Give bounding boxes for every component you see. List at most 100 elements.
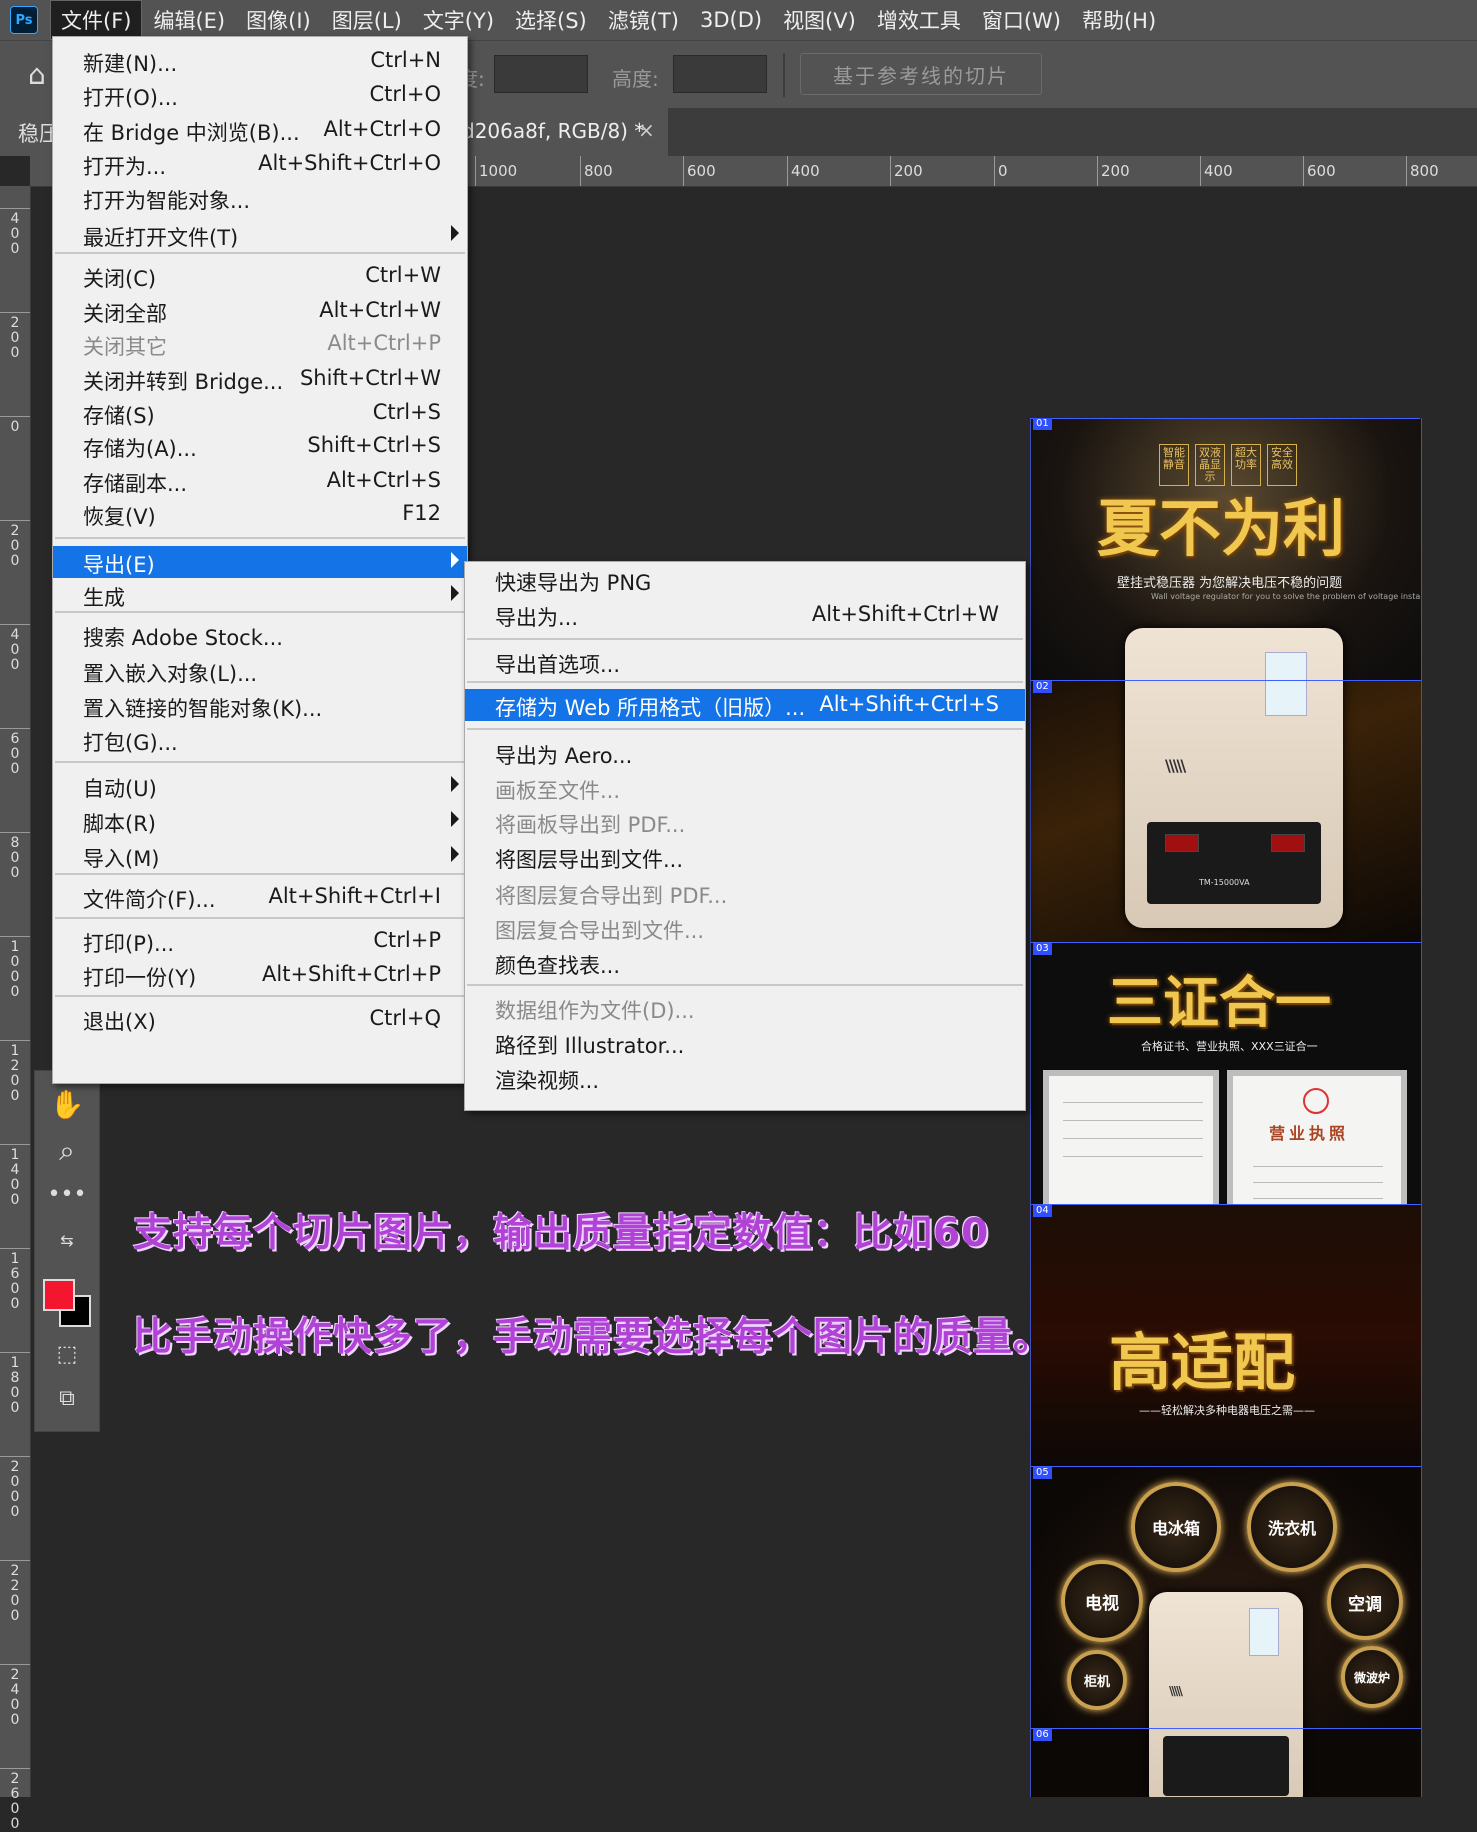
menu-edit[interactable]: 编辑(E) bbox=[143, 1, 235, 39]
menu-filter[interactable]: 滤镜(T) bbox=[598, 1, 689, 39]
appliance-washer: 洗衣机 bbox=[1247, 1482, 1337, 1572]
hand-tool-icon[interactable]: ✋ bbox=[35, 1085, 99, 1125]
menu-item[interactable]: 生成 bbox=[53, 579, 467, 611]
slice-tag[interactable]: 02 bbox=[1033, 681, 1052, 693]
menu-item[interactable]: 退出(X) Ctrl+Q bbox=[53, 1003, 467, 1035]
ruler-label: 2400 bbox=[10, 1667, 20, 1728]
menu-item[interactable]: 将图层复合导出到 PDF... bbox=[465, 877, 1025, 909]
ruler-label: 1000 bbox=[10, 939, 20, 1000]
slice-tag[interactable]: 05 bbox=[1033, 1467, 1052, 1479]
menu-select[interactable]: 选择(S) bbox=[505, 1, 597, 39]
menu-separator bbox=[467, 681, 1023, 683]
menu-item[interactable]: 搜索 Adobe Stock... bbox=[53, 619, 467, 651]
menu-item-label: 关闭(C) bbox=[83, 267, 157, 291]
slice-tag[interactable]: 06 bbox=[1033, 1729, 1052, 1741]
quick-mask-icon[interactable]: ⬚ bbox=[35, 1335, 99, 1375]
ruler-tick bbox=[0, 728, 30, 729]
menu-item[interactable]: 置入嵌入对象(L)... bbox=[53, 655, 467, 687]
menu-item[interactable]: 导出(E) bbox=[53, 546, 467, 578]
menu-item[interactable]: 脚本(R) bbox=[53, 805, 467, 837]
menu-item[interactable]: 最近打开文件(T) bbox=[53, 219, 467, 251]
menu-type[interactable]: 文字(Y) bbox=[413, 1, 504, 39]
menu-item[interactable]: 在 Bridge 中浏览(B)... Alt+Ctrl+O bbox=[53, 114, 467, 146]
height-field[interactable] bbox=[673, 55, 767, 93]
menu-item[interactable]: 将画板导出到 PDF... bbox=[465, 806, 1025, 838]
ruler-tick bbox=[0, 1560, 30, 1561]
menu-item[interactable]: 存储(S) Ctrl+S bbox=[53, 397, 467, 429]
ruler-label: 200 bbox=[10, 315, 20, 361]
menu-window[interactable]: 窗口(W) bbox=[972, 1, 1071, 39]
menu-item[interactable]: 画板至文件... bbox=[465, 772, 1025, 804]
menu-view[interactable]: 视图(V) bbox=[773, 1, 866, 39]
menu-item[interactable]: 打印(P)... Ctrl+P bbox=[53, 925, 467, 957]
menu-item[interactable]: 存储为 Web 所用格式（旧版）... Alt+Shift+Ctrl+S bbox=[465, 689, 1025, 721]
menu-item-shortcut: Shift+Ctrl+S bbox=[307, 433, 441, 457]
menu-item[interactable]: 打开为... Alt+Shift+Ctrl+O bbox=[53, 148, 467, 180]
menu-item[interactable]: 打开为智能对象... bbox=[53, 182, 467, 214]
menu-item[interactable]: 存储副本... Alt+Ctrl+S bbox=[53, 465, 467, 497]
menu-item-label: 搜索 Adobe Stock... bbox=[83, 626, 283, 650]
slice-tag[interactable]: 01 bbox=[1033, 418, 1052, 430]
menu-item[interactable]: 路径到 Illustrator... bbox=[465, 1027, 1025, 1059]
menu-file[interactable]: 文件(F) bbox=[50, 0, 143, 40]
submenu-arrow-icon bbox=[451, 776, 459, 792]
menu-item-label: 存储为(A)... bbox=[83, 437, 197, 461]
menu-separator bbox=[55, 917, 465, 919]
menu-item-shortcut: Alt+Shift+Ctrl+I bbox=[268, 884, 441, 908]
slice-tag[interactable]: 03 bbox=[1033, 943, 1052, 955]
menu-item[interactable]: 导出为 Aero... bbox=[465, 737, 1025, 769]
menu-item[interactable]: 关闭全部 Alt+Ctrl+W bbox=[53, 295, 467, 327]
energy-label bbox=[1265, 652, 1307, 716]
menu-item-shortcut: Shift+Ctrl+W bbox=[299, 366, 441, 390]
menu-item[interactable]: 恢复(V) F12 bbox=[53, 498, 467, 530]
slices-from-guides-button[interactable]: 基于参考线的切片 bbox=[800, 53, 1042, 95]
ruler-label: 1400 bbox=[10, 1147, 20, 1208]
menu-item-label: 导出为... bbox=[495, 606, 579, 630]
menu-item-label: 存储(S) bbox=[83, 404, 155, 428]
menu-3d[interactable]: 3D(D) bbox=[690, 4, 772, 36]
ruler-vertical[interactable]: 400 200 0 200 400 600 800 1000 1200 1400 1600 1800 2… bbox=[0, 186, 31, 1832]
menu-item[interactable]: 快速导出为 PNG bbox=[465, 564, 1025, 596]
zoom-tool-icon[interactable]: ⌕ bbox=[35, 1131, 99, 1171]
headline-2: 三证合一 bbox=[1107, 970, 1331, 1036]
menu-separator bbox=[55, 873, 465, 875]
emblem-icon bbox=[1303, 1088, 1329, 1114]
menu-item[interactable]: 打包(G)... bbox=[53, 724, 467, 756]
menu-item-shortcut: Alt+Shift+Ctrl+W bbox=[811, 602, 999, 626]
menu-layer[interactable]: 图层(L) bbox=[322, 1, 412, 39]
menu-image[interactable]: 图像(I) bbox=[236, 1, 321, 39]
menu-item[interactable]: 新建(N)... Ctrl+N bbox=[53, 45, 467, 77]
menu-item[interactable]: 将图层导出到文件... bbox=[465, 841, 1025, 873]
menu-item[interactable]: 自动(U) bbox=[53, 770, 467, 802]
swap-colors-icon[interactable]: ⇆ bbox=[35, 1221, 99, 1261]
menu-item-label: 打印(P)... bbox=[83, 932, 175, 956]
menu-item[interactable]: 导入(M) bbox=[53, 840, 467, 872]
foreground-color-swatch[interactable] bbox=[43, 1279, 75, 1311]
close-icon[interactable]: × bbox=[638, 118, 655, 142]
menu-item[interactable]: 打开(O)... Ctrl+O bbox=[53, 79, 467, 111]
menu-item-shortcut: Ctrl+P bbox=[373, 928, 441, 952]
menu-item[interactable]: 文件简介(F)... Alt+Shift+Ctrl+I bbox=[53, 881, 467, 913]
cert-title: 营业执照 bbox=[1269, 1124, 1350, 1143]
menu-item-shortcut: Ctrl+S bbox=[372, 400, 441, 424]
menu-item[interactable]: 渲染视频... bbox=[465, 1062, 1025, 1094]
menu-plugins[interactable]: 增效工具 bbox=[867, 1, 971, 39]
menu-item[interactable]: 导出为... Alt+Shift+Ctrl+W bbox=[465, 599, 1025, 631]
menu-item[interactable]: 导出首选项... bbox=[465, 646, 1025, 678]
canvas-document[interactable]: 智能静音 双液晶显示 超大功率 安全高效 夏不为利 壁挂式稳压器 为您解决电压不… bbox=[1030, 418, 1422, 1797]
menu-item[interactable]: 关闭并转到 Bridge... Shift+Ctrl+W bbox=[53, 363, 467, 395]
slice-tag[interactable]: 04 bbox=[1033, 1205, 1052, 1217]
menu-item[interactable]: 打印一份(Y) Alt+Shift+Ctrl+P bbox=[53, 959, 467, 991]
menu-item[interactable]: 数据组作为文件(D)... bbox=[465, 992, 1025, 1024]
more-tools-icon[interactable]: ••• bbox=[35, 1175, 99, 1215]
menu-item-shortcut: Ctrl+Q bbox=[369, 1006, 442, 1030]
menu-item[interactable]: 颜色查找表... bbox=[465, 947, 1025, 979]
menu-item[interactable]: 关闭(C) Ctrl+W bbox=[53, 260, 467, 292]
menu-item[interactable]: 图层复合导出到文件... bbox=[465, 912, 1025, 944]
menu-item[interactable]: 关闭其它 Alt+Ctrl+P bbox=[53, 328, 467, 360]
width-field[interactable] bbox=[494, 55, 588, 93]
menu-item[interactable]: 置入链接的智能对象(K)... bbox=[53, 690, 467, 722]
screen-mode-icon[interactable]: ⧉ bbox=[35, 1379, 99, 1419]
menu-item[interactable]: 存储为(A)... Shift+Ctrl+S bbox=[53, 430, 467, 462]
menu-help[interactable]: 帮助(H) bbox=[1072, 1, 1166, 39]
